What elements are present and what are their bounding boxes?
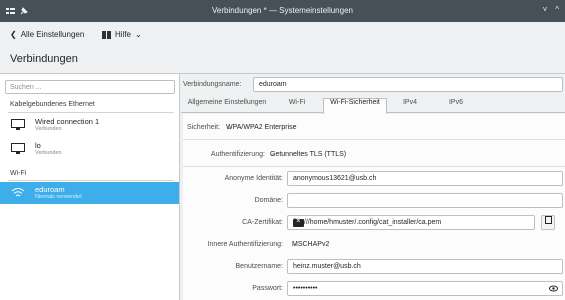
chevron-down-icon: ⌄ xyxy=(135,30,142,39)
page-title: Verbindungen xyxy=(10,53,78,65)
ca-certificate-label: CA-Zertifikat: xyxy=(242,219,283,226)
show-password-icon[interactable] xyxy=(549,285,558,292)
chevron-left-icon: ❮ xyxy=(10,30,17,39)
help-label: Hilfe xyxy=(115,30,132,39)
domain-label: Domäne: xyxy=(254,197,283,204)
connection-name: Wired connection 1 xyxy=(35,117,100,126)
tab-ipv4[interactable]: IPv4 xyxy=(389,99,431,113)
tab-bar: Allgemeine Einstellungen Wi-Fi Wi-Fi-Sic… xyxy=(181,97,565,114)
minimize-button[interactable]: ˅ xyxy=(543,5,548,14)
search-placeholder: Suchen ... xyxy=(10,84,42,91)
password-value: •••••••••• xyxy=(293,285,318,292)
connection-editor: Verbindungsname: eduroam Allgemeine Eins… xyxy=(181,74,565,300)
connection-name-input[interactable]: eduroam xyxy=(253,77,563,92)
clear-icon[interactable] xyxy=(293,216,304,227)
security-panel: Sicherheit: WPA/WPA2 Enterprise ⌄ Authen… xyxy=(183,114,565,300)
anon-identity-input[interactable]: anonymous13621@usb.ch xyxy=(287,171,563,186)
help-menu-button[interactable]: Hilfe ⌄ xyxy=(102,30,142,39)
ca-certificate-value: file:///home/hmuster/.config/cat_install… xyxy=(293,219,442,226)
back-label: Alle Einstellungen xyxy=(20,30,85,39)
tab-wifi[interactable]: Wi-Fi xyxy=(273,99,321,113)
inner-auth-label: Innere Authentifizierung: xyxy=(207,241,284,248)
back-button[interactable]: ❮ Alle Einstellungen xyxy=(10,30,84,39)
divider xyxy=(183,166,565,167)
connection-item[interactable]: lo Verbunden xyxy=(0,138,179,160)
domain-input[interactable] xyxy=(287,193,563,208)
connection-status: Verbunden xyxy=(35,126,62,132)
chevron-down-icon: ⌄ xyxy=(226,124,232,131)
auth-select[interactable]: Getunneltes TLS (TTLS) ⌄ xyxy=(265,148,561,163)
connection-name-label: Verbindungsname: xyxy=(183,81,242,88)
open-file-button[interactable] xyxy=(541,215,555,230)
security-select[interactable]: WPA/WPA2 Enterprise ⌄ xyxy=(221,121,561,136)
username-value: heinz.muster@usb.ch xyxy=(293,263,361,270)
password-label: Passwort: xyxy=(252,285,283,292)
username-label: Benutzername: xyxy=(235,263,283,270)
connection-name: lo xyxy=(35,141,41,150)
connection-status: Verbunden xyxy=(35,150,62,156)
auth-label: Authentifizierung: xyxy=(210,151,265,158)
window-title: Verbindungen * — Systemeinstellungen xyxy=(212,6,353,15)
anon-identity-label: Anonyme Identität: xyxy=(224,175,283,182)
connection-name: eduroam xyxy=(35,185,65,194)
wifi-icon xyxy=(11,188,25,197)
anon-identity-value: anonymous13621@usb.ch xyxy=(293,175,377,182)
section-ethernet: Kabelgebundenes Ethernet xyxy=(10,101,95,108)
tab-general[interactable]: Allgemeine Einstellungen xyxy=(185,99,269,113)
maximize-button[interactable]: ^ xyxy=(555,5,559,14)
connection-item[interactable]: Wired connection 1 Verbunden xyxy=(0,114,179,136)
window-titlebar: Verbindungen * — Systemeinstellungen ˅ ^ xyxy=(0,0,565,22)
wired-network-icon xyxy=(11,119,25,130)
file-icon xyxy=(544,216,552,224)
chevron-down-icon: ⌄ xyxy=(270,151,276,158)
password-input[interactable]: •••••••••• xyxy=(287,281,563,296)
connection-name-value: eduroam xyxy=(259,81,287,88)
inner-auth-select[interactable]: MSCHAPv2 ⌄ xyxy=(287,238,561,253)
chevron-down-icon: ⌄ xyxy=(292,241,298,248)
connection-status: Niemals verwendet xyxy=(35,194,82,200)
search-input[interactable]: Suchen ... xyxy=(5,80,175,94)
book-icon xyxy=(102,30,111,39)
security-label: Sicherheit: xyxy=(187,124,221,131)
tab-ipv6[interactable]: IPv6 xyxy=(435,99,477,113)
sidebar: Suchen ... Kabelgebundenes Ethernet Wire… xyxy=(0,74,180,300)
section-wifi: Wi-Fi xyxy=(10,170,27,177)
wired-network-icon xyxy=(11,143,25,154)
tab-wifi-security[interactable]: Wi-Fi-Sicherheit xyxy=(323,98,387,114)
username-input[interactable]: heinz.muster@usb.ch xyxy=(287,259,563,274)
divider xyxy=(8,180,174,181)
divider xyxy=(8,112,174,113)
ca-certificate-input[interactable]: file:///home/hmuster/.config/cat_install… xyxy=(287,215,535,230)
connection-item-selected[interactable]: eduroam Niemals verwendet xyxy=(0,182,179,204)
divider xyxy=(183,139,565,140)
toolbar: ❮ Alle Einstellungen Hilfe ⌄ xyxy=(0,22,565,50)
